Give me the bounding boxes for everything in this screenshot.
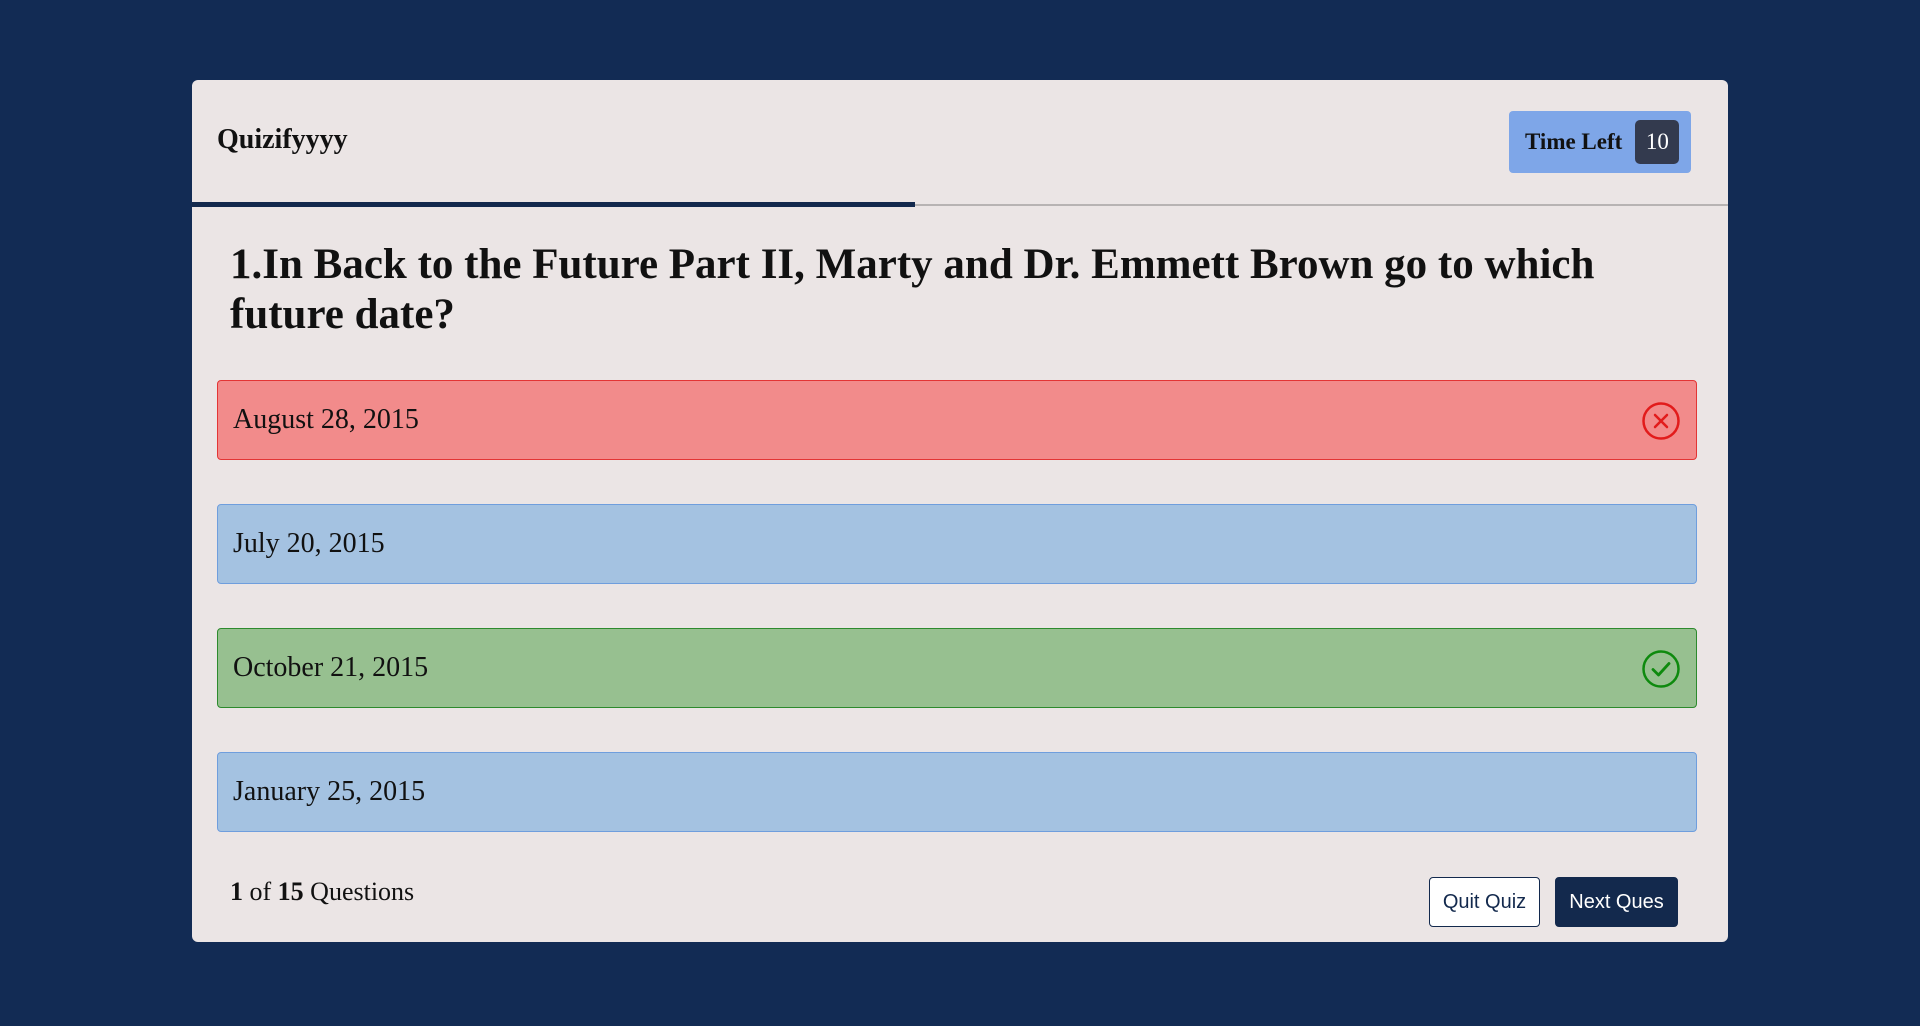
- timer-badge: Time Left 10: [1509, 111, 1691, 173]
- answer-option-2[interactable]: July 20, 2015: [217, 504, 1697, 584]
- answer-option-label: October 21, 2015: [233, 652, 429, 683]
- answer-option-3[interactable]: October 21, 2015: [217, 628, 1697, 708]
- answer-option-1[interactable]: August 28, 2015: [217, 380, 1697, 460]
- answer-option-4[interactable]: January 25, 2015: [217, 752, 1697, 832]
- answer-option-label: January 25, 2015: [233, 776, 426, 807]
- question-text: 1.In Back to the Future Part II, Marty a…: [230, 241, 1595, 338]
- quit-quiz-button[interactable]: Quit Quiz: [1429, 877, 1540, 927]
- timer-value: 10: [1635, 120, 1680, 164]
- time-progress-bar: [192, 202, 916, 207]
- counter-of-text: of: [249, 877, 272, 906]
- counter-questions-text: Questions: [310, 877, 415, 906]
- quiz-card: Quizifyyyy Time Left 10 1.In Back to the…: [192, 80, 1728, 942]
- answer-options: August 28, 2015 July 20, 2015 October 21…: [217, 380, 1697, 876]
- check-circle-icon: [1641, 649, 1681, 689]
- question-counter: 1 of 15 Questions: [230, 877, 414, 907]
- answer-option-label: July 20, 2015: [233, 528, 385, 559]
- timer-label: Time Left: [1525, 129, 1623, 154]
- next-question-button[interactable]: Next Ques: [1555, 877, 1678, 927]
- x-circle-icon: [1641, 401, 1681, 441]
- answer-option-label: August 28, 2015: [233, 404, 419, 435]
- quiz-header: Quizifyyyy Time Left 10: [192, 80, 1728, 207]
- app-title: Quizifyyyy: [217, 124, 348, 155]
- current-question-number: 1: [230, 877, 243, 906]
- total-questions-number: 15: [277, 877, 304, 906]
